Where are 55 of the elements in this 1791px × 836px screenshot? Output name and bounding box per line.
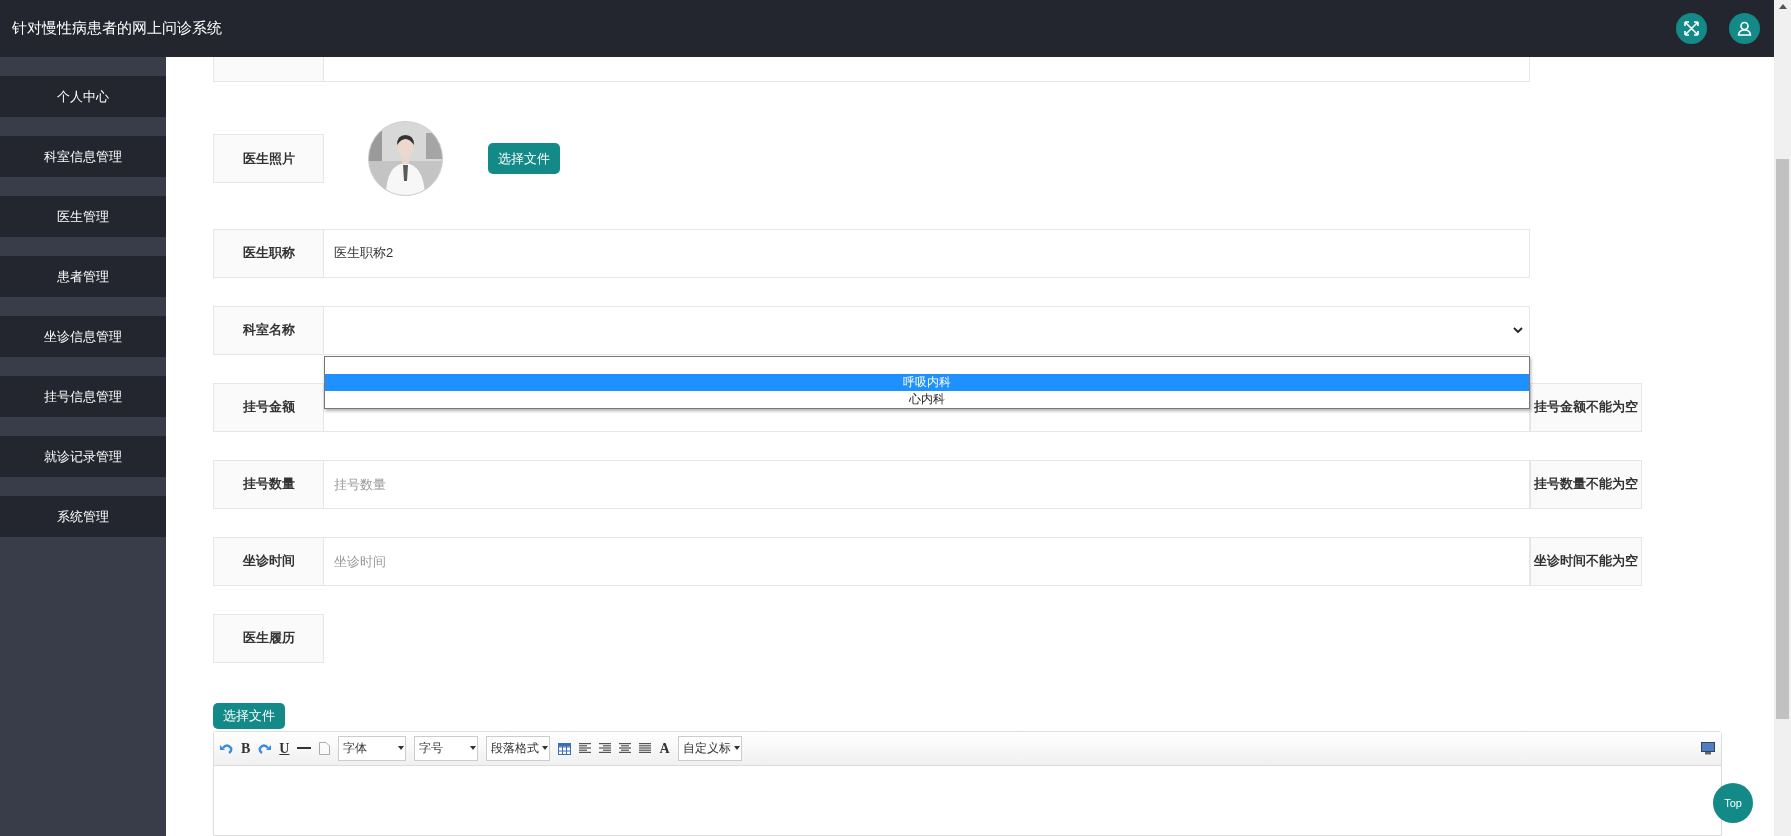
- caret-icon: [470, 746, 477, 751]
- field-label: 医生照片: [213, 134, 324, 184]
- sidebar-item[interactable]: 坐诊信息管理: [0, 316, 166, 357]
- scrollbar[interactable]: [1774, 0, 1791, 836]
- chevron-down-icon: [1513, 326, 1523, 334]
- choose-file-button[interactable]: 选择文件: [488, 143, 560, 175]
- caret-icon: [733, 746, 740, 751]
- monitor-icon[interactable]: [1701, 742, 1715, 756]
- field-label: 医生履历: [213, 613, 324, 663]
- input-field[interactable]: 挂号数量: [324, 459, 1530, 509]
- table-icon[interactable]: [558, 742, 572, 755]
- fullscreen-icon: [1684, 21, 1699, 36]
- input-field[interactable]: 医生职称2: [324, 228, 1530, 278]
- toolbar-dropdown[interactable]: 自定义标: [677, 736, 742, 762]
- caret-icon: [398, 746, 405, 751]
- align-left-icon[interactable]: [579, 743, 592, 755]
- sidebar-item[interactable]: 医生管理: [0, 196, 166, 237]
- bold-button[interactable]: B: [241, 740, 251, 757]
- scroll-up-icon[interactable]: [1778, 4, 1787, 9]
- field-label: 挂号金额: [213, 382, 324, 432]
- align-center-icon[interactable]: [619, 743, 632, 755]
- error-message: 挂号金额不能为空: [1530, 382, 1642, 432]
- back-to-top-button[interactable]: Top: [1713, 783, 1753, 823]
- field-label: 挂号数量: [213, 459, 324, 509]
- horizontal-line-icon[interactable]: [297, 747, 312, 751]
- input-field[interactable]: [324, 57, 1530, 82]
- sidebar-item[interactable]: 挂号信息管理: [0, 376, 166, 417]
- undo-icon[interactable]: [220, 742, 233, 755]
- choose-file-button[interactable]: 选择文件: [213, 702, 285, 730]
- toolbar-dropdown[interactable]: 字号: [414, 736, 479, 762]
- toolbar-dropdown[interactable]: 段落格式: [486, 736, 551, 762]
- user-icon: [1737, 21, 1752, 36]
- toolbar-dropdown[interactable]: 字体: [338, 736, 407, 762]
- field-label: 医生职称: [213, 228, 324, 278]
- field-label: 坐诊时间: [213, 536, 324, 586]
- user-button[interactable]: [1729, 13, 1760, 44]
- error-message: 挂号数量不能为空: [1530, 459, 1642, 509]
- caret-icon: [542, 746, 549, 751]
- error-message: 坐诊时间不能为空: [1530, 536, 1642, 586]
- redo-icon[interactable]: [258, 742, 272, 755]
- sidebar-item[interactable]: 个人中心: [0, 76, 166, 117]
- input-field[interactable]: 坐诊时间: [324, 536, 1530, 586]
- font-color-button[interactable]: A: [659, 740, 670, 757]
- fullscreen-button[interactable]: [1676, 13, 1707, 44]
- dropdown-option[interactable]: 心内科: [325, 390, 1529, 408]
- sidebar-item[interactable]: 就诊记录管理: [0, 436, 166, 477]
- align-right-icon[interactable]: [599, 743, 612, 755]
- rich-text-editor[interactable]: B U 字体 字号 段落格式 A 自定义标: [213, 731, 1722, 836]
- sidebar-item[interactable]: 患者管理: [0, 256, 166, 297]
- justify-icon[interactable]: [639, 743, 652, 755]
- app-title: 针对慢性病患者的网上问诊系统: [12, 19, 223, 38]
- underline-button[interactable]: U: [279, 740, 290, 757]
- sidebar-item[interactable]: 系统管理: [0, 496, 166, 537]
- sidebar-item[interactable]: 科室信息管理: [0, 136, 166, 177]
- field-label: 科室名称: [213, 305, 324, 355]
